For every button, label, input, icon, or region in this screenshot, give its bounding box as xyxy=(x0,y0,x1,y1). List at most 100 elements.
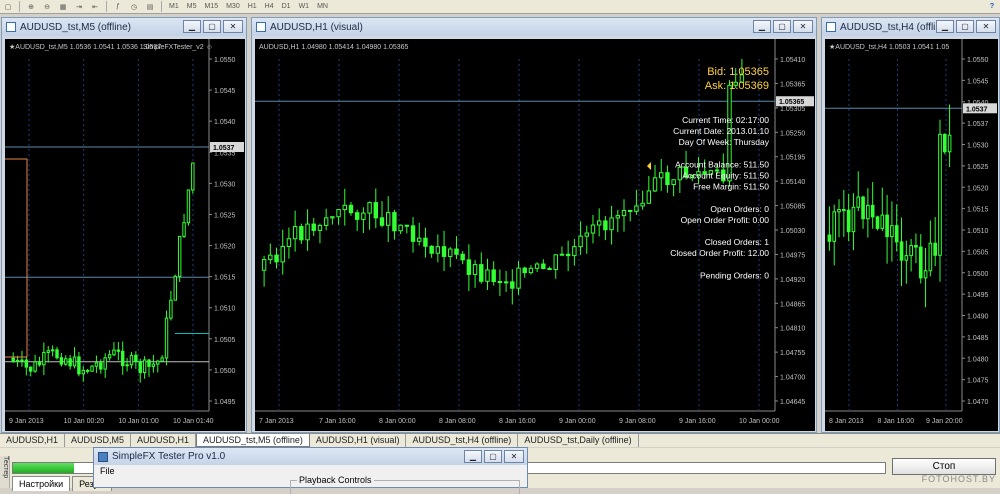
tf-D1[interactable]: D1 xyxy=(279,1,294,13)
chart-tab[interactable]: AUDUSD,H1 xyxy=(131,434,197,447)
price-tick-label: 1.0515 xyxy=(214,275,236,282)
chart-shift-icon[interactable]: ⇤ xyxy=(88,1,102,13)
candle-body xyxy=(379,217,385,226)
tf-H4[interactable]: H4 xyxy=(262,1,277,13)
maximize-button[interactable]: ▢ xyxy=(956,20,974,33)
time-tick-label: 7 Jan 16:00 xyxy=(319,418,356,425)
help-icon[interactable]: ? xyxy=(985,1,999,13)
maximize-button[interactable]: ▢ xyxy=(484,450,502,463)
stop-button[interactable]: Стоп xyxy=(892,458,996,475)
period-icon[interactable]: ◷ xyxy=(127,1,141,13)
candle-body xyxy=(398,224,403,232)
tester-side-label[interactable]: Тестер xyxy=(0,456,10,488)
price-tick-label: 1.0490 xyxy=(967,314,989,321)
chart-area[interactable]: ★AUDUSD_tst,M5 1.0536 1.0541 1.0536 1.05… xyxy=(5,39,245,431)
price-tick-label: 1.0530 xyxy=(967,143,989,150)
price-tick-label: 1.04975 xyxy=(780,252,805,259)
candle-body xyxy=(173,275,177,301)
candle-body xyxy=(827,234,832,242)
candle-body xyxy=(516,267,521,289)
window-title-bar[interactable]: AUDUSD_tst,M5 (offline) ▁ ▢ ✕ xyxy=(2,18,246,36)
app-icon xyxy=(98,451,108,462)
template-icon[interactable]: ▤ xyxy=(143,1,157,13)
candle-body xyxy=(875,216,880,229)
time-tick-label: 8 Jan 2013 xyxy=(829,418,864,425)
candle-body xyxy=(559,253,565,256)
price-tick-label: 1.0550 xyxy=(214,57,236,64)
candle-body xyxy=(933,242,937,256)
close-button[interactable]: ✕ xyxy=(976,20,996,33)
candle-body xyxy=(85,369,90,372)
tf-MN[interactable]: MN xyxy=(314,1,331,13)
candle-body xyxy=(938,133,942,256)
candle-body xyxy=(671,179,676,186)
minimize-button[interactable]: ▁ xyxy=(936,20,954,33)
price-tick-label: 1.0475 xyxy=(967,378,989,385)
candlestick-chart[interactable]: ★AUDUSD_tst,M5 1.0536 1.0541 1.0536 1.05… xyxy=(5,39,245,431)
price-tick-label: 1.0530 xyxy=(214,181,236,188)
account-stat-line: Current Date: 2013.01.10 xyxy=(673,126,769,136)
candlestick-chart[interactable]: AUDUSD,H1 1.04980 1.05414 1.04980 1.0536… xyxy=(255,39,815,431)
current-price-label: 1.05365 xyxy=(779,99,804,106)
chart-tab[interactable]: AUDUSD_tst,M5 (offline) xyxy=(196,434,310,447)
time-tick-label: 9 Jan 16:00 xyxy=(679,418,716,425)
tf-H1[interactable]: H1 xyxy=(245,1,260,13)
tf-M5[interactable]: M5 xyxy=(184,1,200,13)
zoom-in-icon[interactable]: ⊕ xyxy=(24,1,38,13)
chart-tab[interactable]: AUDUSD_tst,Daily (offline) xyxy=(518,434,639,447)
candle-body xyxy=(160,357,164,362)
minimize-button[interactable]: ▁ xyxy=(464,450,482,463)
candle-body xyxy=(147,359,151,367)
candle-body xyxy=(904,255,909,261)
autoscroll-icon[interactable]: ⇥ xyxy=(72,1,86,13)
tile-icon[interactable]: ▦ xyxy=(56,1,70,13)
chart-tab[interactable]: AUDUSD_tst,H4 (offline) xyxy=(406,434,519,447)
minimize-button[interactable]: ▁ xyxy=(753,20,771,33)
close-button[interactable]: ✕ xyxy=(793,20,813,33)
tf-M30[interactable]: M30 xyxy=(223,1,243,13)
chart-area[interactable]: AUDUSD,H1 1.04980 1.05414 1.04980 1.0536… xyxy=(255,39,815,431)
candle-body xyxy=(460,253,465,261)
price-tick-label: 1.04865 xyxy=(780,301,805,308)
candle-body xyxy=(584,232,589,237)
window-title-bar[interactable]: AUDUSD,H1 (visual) ▁ ▢ ✕ xyxy=(252,18,816,36)
candle-body xyxy=(64,358,68,365)
maximize-button[interactable]: ▢ xyxy=(203,20,221,33)
new-chart-icon[interactable]: ▢ xyxy=(1,1,15,13)
tf-W1[interactable]: W1 xyxy=(296,1,313,13)
chart-tab[interactable]: AUDUSD,H1 xyxy=(0,434,66,447)
candle-body xyxy=(367,202,372,214)
indicators-icon[interactable]: ƒ xyxy=(111,1,125,13)
zoom-out-icon[interactable]: ⊖ xyxy=(40,1,54,13)
candle-body xyxy=(423,237,428,247)
close-button[interactable]: ✕ xyxy=(504,450,524,463)
price-tick-label: 1.0515 xyxy=(967,207,989,214)
time-tick-label: 10 Jan 00:20 xyxy=(64,418,105,425)
maximize-button[interactable]: ▢ xyxy=(773,20,791,33)
price-tick-label: 1.0500 xyxy=(214,368,236,375)
chart-window-h4: AUDUSD_tst,H4 (offli... ▁ ▢ ✕ ★AUDUSD_ts… xyxy=(821,17,1000,433)
tf-M15[interactable]: M15 xyxy=(201,1,221,13)
candle-body xyxy=(410,225,416,242)
close-button[interactable]: ✕ xyxy=(223,20,243,33)
candlestick-chart[interactable]: ★AUDUSD_tst,H4 1.0503 1.0541 1.05 1.0550 1… xyxy=(825,39,998,431)
tab-settings[interactable]: Настройки xyxy=(12,476,71,491)
candle-body xyxy=(565,253,571,257)
candle-body xyxy=(177,235,182,277)
candle-body xyxy=(292,226,298,240)
dialog-title-bar[interactable]: SimpleFX Tester Pro v1.0 ▁ ▢ ✕ xyxy=(94,448,527,465)
minimize-button[interactable]: ▁ xyxy=(183,20,201,33)
time-tick-label: 8 Jan 08:00 xyxy=(439,418,476,425)
candle-body xyxy=(169,299,173,319)
playback-controls-group: Playback Controls xyxy=(290,475,520,494)
tf-M1[interactable]: M1 xyxy=(166,1,182,13)
chart-tab[interactable]: AUDUSD,M5 xyxy=(65,434,132,447)
candle-body xyxy=(354,212,360,220)
chart-area[interactable]: ★AUDUSD_tst,H4 1.0503 1.0541 1.05 1.0550 1… xyxy=(825,39,998,431)
candle-body xyxy=(311,223,316,231)
candle-body xyxy=(125,364,129,367)
window-title-bar[interactable]: AUDUSD_tst,H4 (offli... ▁ ▢ ✕ xyxy=(822,18,999,36)
window-title: AUDUSD,H1 (visual) xyxy=(270,21,363,33)
candle-body xyxy=(541,263,546,270)
chart-tab[interactable]: AUDUSD,H1 (visual) xyxy=(310,434,407,447)
